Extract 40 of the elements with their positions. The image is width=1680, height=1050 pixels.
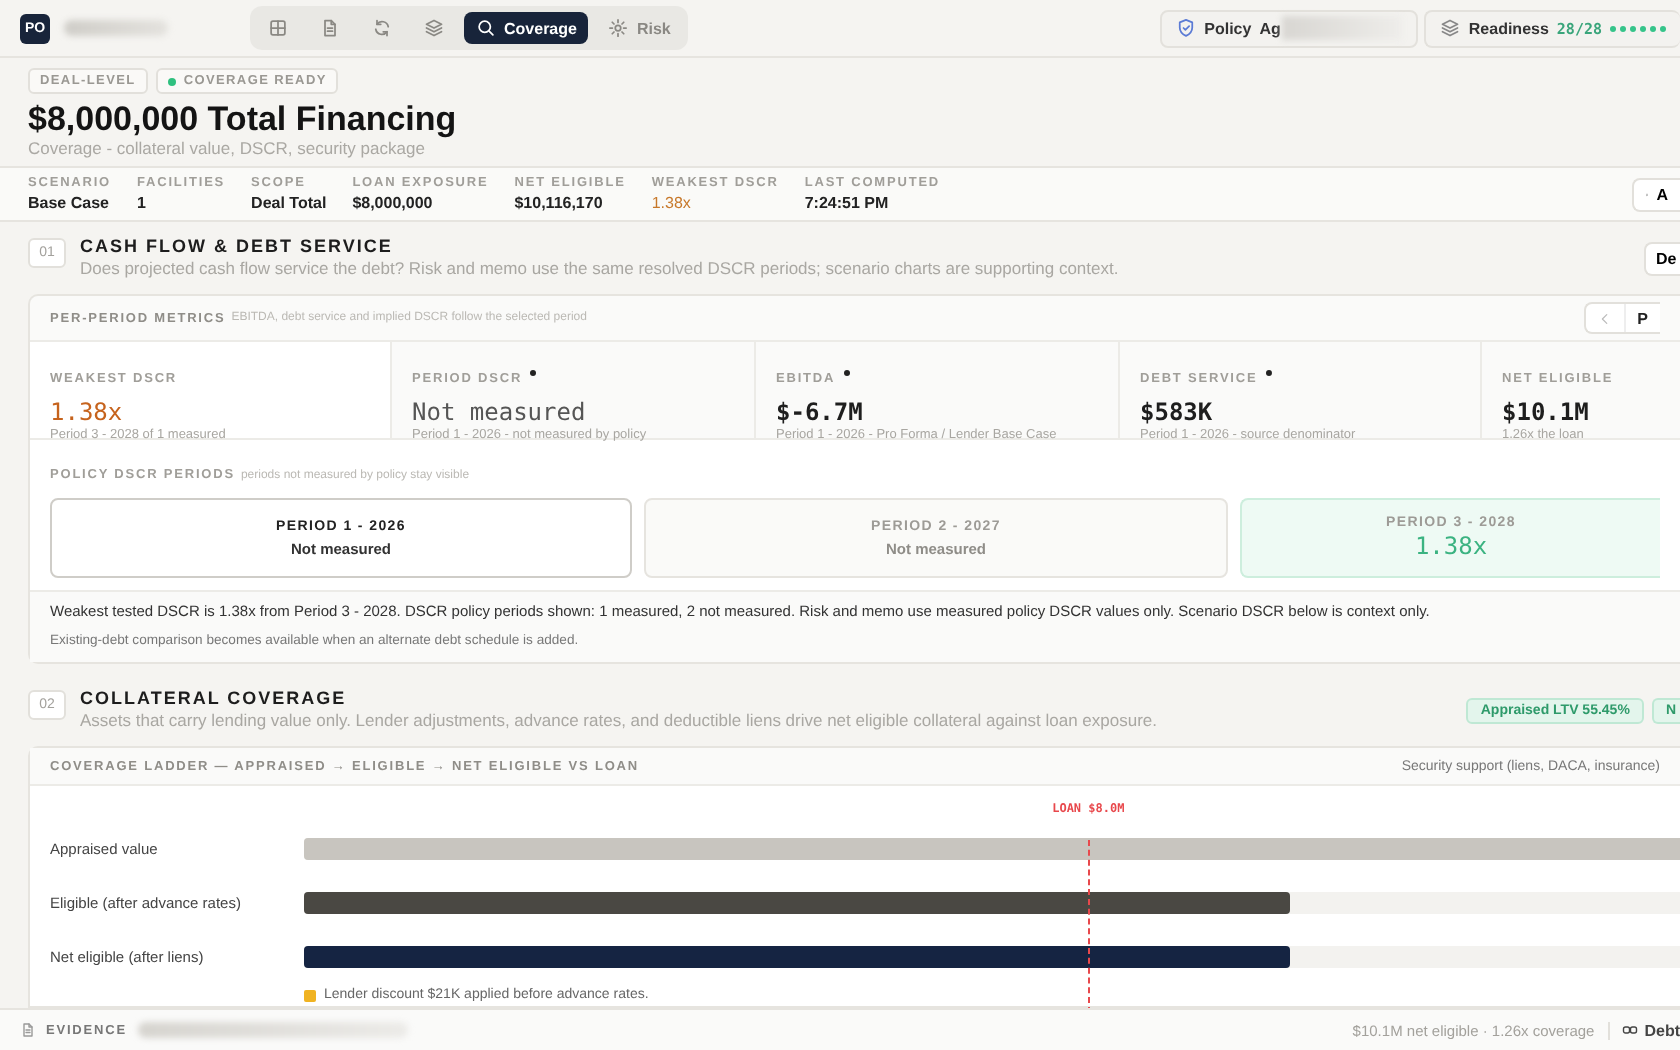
section-title: CASH FLOW & DEBT SERVICE — [80, 236, 395, 258]
annotate-button[interactable]: A — [1632, 177, 1680, 211]
progress-dots-icon — [1610, 25, 1666, 31]
document-icon — [320, 18, 340, 38]
page-title: $8,000,000 Total Financing — [28, 100, 459, 138]
layers-icon — [424, 18, 444, 38]
summary-value: 7:24:51 PM — [804, 191, 891, 213]
blurred-name-placeholder — [64, 20, 168, 36]
metric-value: $-6.7M — [776, 396, 865, 428]
summary-value: 1 — [137, 191, 148, 213]
link-icon — [1622, 1022, 1639, 1038]
refresh-icon — [372, 18, 392, 38]
legend-square-icon — [304, 989, 316, 1001]
search-icon — [476, 18, 496, 38]
summary-value: 1.38x — [651, 191, 693, 213]
details-button[interactable]: De — [1644, 241, 1680, 275]
summary-value: Deal Total — [251, 191, 327, 213]
policy-pill[interactable]: Policy Ag — [1160, 9, 1419, 47]
section-subtitle: Assets that carry lending value only. Lender adjustments, advance rates, and deductible liens drive net eligible collateral against loan exposure. — [80, 710, 1159, 732]
summary-value: Base Case — [28, 191, 111, 213]
layers-icon — [1440, 18, 1461, 38]
debt-button[interactable]: Debt — [1610, 1021, 1680, 1039]
metric-value: 1.38x — [50, 396, 125, 428]
section-subtitle: Does projected cash flow service the debt? Risk and memo use the same resolved DSCR periods; scenario charts are supporting context. — [80, 258, 1121, 280]
metric-value: Not measured — [412, 396, 588, 428]
grid-icon — [268, 18, 288, 38]
metric-value: $10.1M — [1502, 396, 1591, 428]
nav-tab[interactable]: Coverage — [464, 12, 589, 44]
blurred-text-placeholder — [1282, 16, 1403, 40]
period-button[interactable]: P — [1625, 304, 1660, 332]
summary-value: $10,116,170 — [514, 191, 605, 213]
page-subtitle: Coverage - collateral value, DSCR, security package — [28, 138, 427, 158]
section-title: COLLATERAL COVERAGE — [80, 688, 349, 710]
shield-icon — [1176, 18, 1197, 38]
status-dot-icon — [167, 77, 176, 85]
metric-value: $583K — [1140, 396, 1215, 428]
gear-icon — [608, 18, 629, 38]
document-icon — [20, 1022, 36, 1038]
summary-value: $8,000,000 — [352, 191, 435, 213]
chevron-left-icon — [1597, 311, 1612, 325]
